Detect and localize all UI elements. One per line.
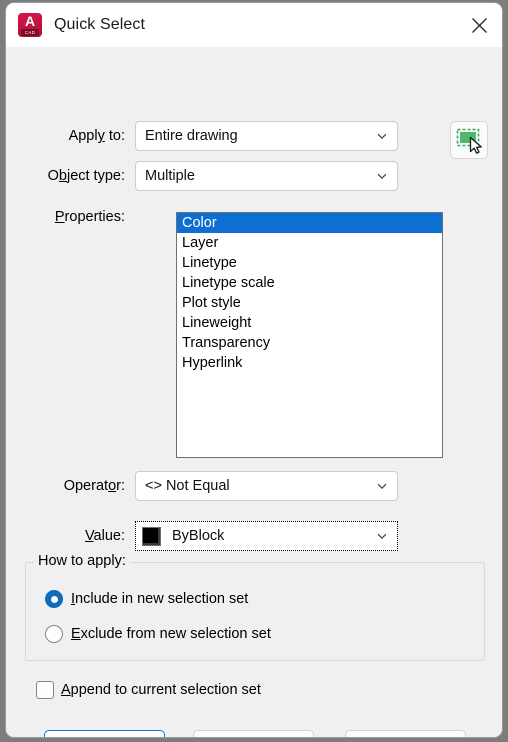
apply-to-row: Apply to: Entire drawing <box>34 121 444 151</box>
title-bar: A CAD Quick Select <box>6 3 502 47</box>
properties-label: Properties: <box>54 209 125 225</box>
value-label: Value: <box>84 528 125 544</box>
append-checkbox-indicator <box>36 681 54 699</box>
chevron-down-icon <box>377 483 387 489</box>
radio-exclude-label: Exclude from new selection set <box>71 626 271 642</box>
how-to-apply-group: How to apply: Include in new selection s… <box>25 553 485 661</box>
radio-exclude-from-new-selection-set[interactable]: Exclude from new selection set <box>45 625 271 643</box>
object-type-row: Object type: Multiple <box>34 161 444 191</box>
ok-button[interactable]: OK <box>44 730 165 737</box>
apply-to-select[interactable]: Entire drawing <box>135 121 398 151</box>
list-item[interactable]: Color <box>177 213 442 233</box>
radio-include-label: Include in new selection set <box>71 591 249 607</box>
color-swatch <box>142 526 161 546</box>
radio-include-indicator <box>45 590 63 608</box>
list-item[interactable]: Transparency <box>177 333 442 353</box>
object-type-select[interactable]: Multiple <box>135 161 398 191</box>
dialog-body: Apply to: Entire drawing Object type: Mu… <box>6 47 502 737</box>
close-button[interactable] <box>456 3 502 47</box>
list-item[interactable]: Layer <box>177 233 442 253</box>
operator-label: Operator: <box>63 478 125 494</box>
apply-to-label: Apply to: <box>68 128 125 144</box>
list-item[interactable]: Plot style <box>177 293 442 313</box>
object-type-label: Object type: <box>47 168 125 184</box>
chevron-down-icon <box>377 133 387 139</box>
help-button[interactable]: Help <box>345 730 466 737</box>
append-checkbox-label: Append to current selection set <box>61 682 261 698</box>
select-objects-cursor-icon <box>456 128 482 154</box>
logo-cad-text: CAD <box>21 29 39 36</box>
object-type-value: Multiple <box>145 168 195 184</box>
operator-row: Operator: <> Not Equal <box>34 471 444 501</box>
value-row: Value: ByBlock <box>34 521 444 551</box>
operator-select[interactable]: <> Not Equal <box>135 471 398 501</box>
apply-to-value: Entire drawing <box>145 128 238 144</box>
how-to-apply-title: How to apply: <box>34 553 130 569</box>
chevron-down-icon <box>377 533 387 539</box>
list-item[interactable]: Linetype <box>177 253 442 273</box>
select-objects-button[interactable] <box>450 121 488 159</box>
list-item[interactable]: Hyperlink <box>177 353 442 373</box>
quick-select-dialog: A CAD Quick Select Apply to: Entire draw… <box>5 2 503 738</box>
cancel-button[interactable]: Cancel <box>193 730 314 737</box>
radio-include-in-new-selection-set[interactable]: Include in new selection set <box>45 590 248 608</box>
list-item[interactable]: Lineweight <box>177 313 442 333</box>
list-item[interactable]: Linetype scale <box>177 273 442 293</box>
value-select[interactable]: ByBlock <box>135 521 398 551</box>
autocad-logo-icon: A CAD <box>18 13 42 37</box>
append-to-current-selection-checkbox[interactable]: Append to current selection set <box>36 681 261 699</box>
radio-exclude-indicator <box>45 625 63 643</box>
chevron-down-icon <box>377 173 387 179</box>
value-text: ByBlock <box>172 528 225 544</box>
close-icon <box>471 17 487 33</box>
logo-letter-a: A <box>24 13 36 29</box>
page-title: Quick Select <box>54 16 146 33</box>
properties-listbox[interactable]: Color Layer Linetype Linetype scale Plot sty… <box>176 212 443 458</box>
operator-value: <> Not Equal <box>145 478 230 494</box>
